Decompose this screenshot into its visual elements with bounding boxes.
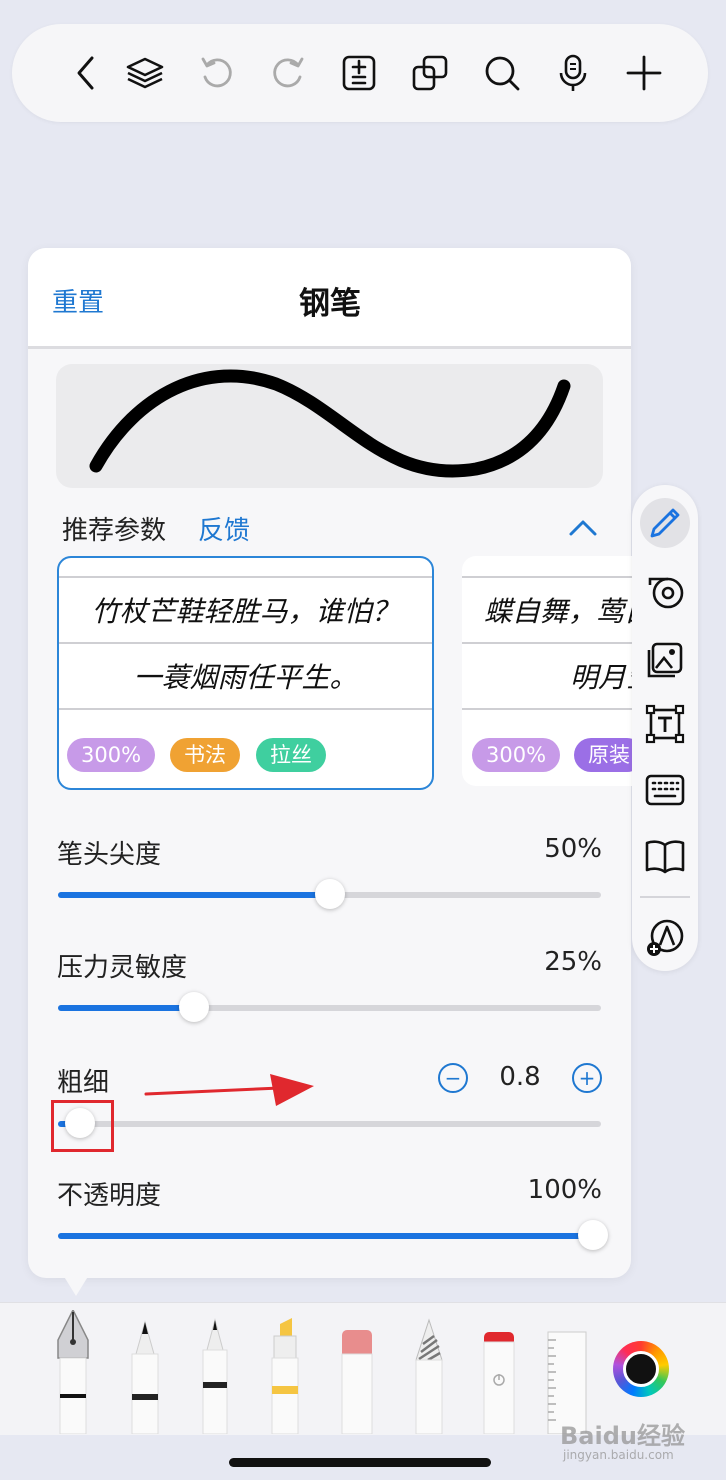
pressure-sensitivity-value: 25% [544, 947, 602, 977]
opacity-label: 不透明度 [57, 1181, 162, 1211]
fountain-pen-tool[interactable] [48, 1310, 98, 1434]
preset-tag: 300% [67, 738, 156, 772]
handwriting-line: 明月空 [570, 661, 632, 694]
redo-icon[interactable] [263, 48, 313, 98]
thickness-decrease-button[interactable]: − [438, 1063, 468, 1093]
handwriting-line: 蝶自舞，莺自 [484, 595, 632, 628]
current-color-swatch [623, 1351, 659, 1387]
panel-title: 钢笔 [299, 286, 361, 322]
opacity-slider[interactable] [58, 1220, 608, 1250]
preset-card[interactable]: 蝶自舞，莺自 明月空 300% 原装 [462, 556, 632, 786]
text-box-icon[interactable] [640, 699, 690, 749]
tip-sharpness-slider[interactable] [58, 879, 601, 909]
search-icon[interactable] [477, 48, 527, 98]
slider-knob[interactable] [178, 992, 209, 1022]
highlighter-tool[interactable] [260, 1310, 310, 1434]
slider-fill [58, 1005, 194, 1011]
card-rule [462, 576, 632, 578]
right-toolbar [632, 485, 698, 971]
preset-tag: 300% [472, 738, 561, 772]
preset-card[interactable]: 竹杖芒鞋轻胜马，谁怕？ 一蓑烟雨任平生。 300% 书法 拉丝 [57, 556, 434, 790]
annotation-highlight-box [51, 1100, 114, 1152]
thickness-label: 粗细 [57, 1068, 110, 1098]
pencil-tool[interactable] [120, 1310, 170, 1434]
tip-sharpness-value: 50% [544, 834, 602, 864]
preset-tag: 拉丝 [256, 738, 326, 772]
page-add-icon[interactable] [334, 48, 384, 98]
laser-pointer-tool[interactable] [474, 1310, 524, 1434]
card-rule [462, 642, 632, 644]
keyboard-icon[interactable] [640, 765, 690, 815]
home-indicator[interactable] [229, 1458, 491, 1467]
opacity-value: 100% [527, 1175, 602, 1205]
thickness-increase-button[interactable]: + [572, 1063, 602, 1093]
stroke-preview [56, 364, 603, 488]
pen-icon[interactable] [640, 498, 690, 548]
watermark-url: jingyan.baidu.com [563, 1448, 674, 1462]
handwriting-line: 一蓑烟雨任平生。 [133, 661, 358, 694]
add-tool-icon[interactable] [640, 913, 690, 963]
slider-knob[interactable] [578, 1220, 608, 1250]
card-rule [59, 708, 432, 710]
feedback-link[interactable]: 反馈 [198, 510, 250, 547]
top-toolbar [12, 24, 708, 122]
back-icon[interactable] [62, 48, 112, 98]
thickness-slider[interactable] [58, 1108, 601, 1138]
slider-fill [58, 1233, 593, 1239]
microphone-icon[interactable] [548, 48, 598, 98]
layers-icon[interactable] [120, 48, 170, 98]
recommended-label: 推荐参数 [62, 516, 167, 546]
undo-icon[interactable] [192, 48, 242, 98]
slider-fill [58, 892, 330, 898]
handwriting-line: 竹杖芒鞋轻胜马，谁怕？ [91, 595, 400, 628]
card-rule [462, 708, 632, 710]
panel-pointer [60, 1270, 92, 1296]
tip-sharpness-label: 笔头尖度 [57, 840, 162, 870]
watermark-text: Baidu经验 [560, 1422, 685, 1450]
duplicate-icon[interactable] [405, 48, 455, 98]
eraser-tool[interactable] [332, 1310, 382, 1434]
chevron-up-icon[interactable] [566, 514, 600, 540]
book-icon[interactable] [640, 831, 690, 881]
preset-tag: 书法 [170, 738, 240, 772]
thickness-value: 0.8 [499, 1062, 541, 1092]
slider-knob[interactable] [314, 879, 345, 909]
fineliner-tool[interactable] [190, 1310, 240, 1434]
card-rule [59, 642, 432, 644]
plus-icon[interactable] [619, 48, 669, 98]
preset-tag: 原装 [574, 738, 632, 772]
image-icon[interactable] [640, 635, 690, 685]
pressure-sensitivity-label: 压力灵敏度 [57, 953, 188, 983]
pattern-pen-tool[interactable] [404, 1310, 454, 1434]
card-rule [59, 576, 432, 578]
toolbar-divider [640, 896, 690, 898]
annotation-arrow-icon [144, 1074, 314, 1106]
tape-icon[interactable] [640, 567, 690, 617]
pressure-sensitivity-slider[interactable] [58, 992, 601, 1022]
